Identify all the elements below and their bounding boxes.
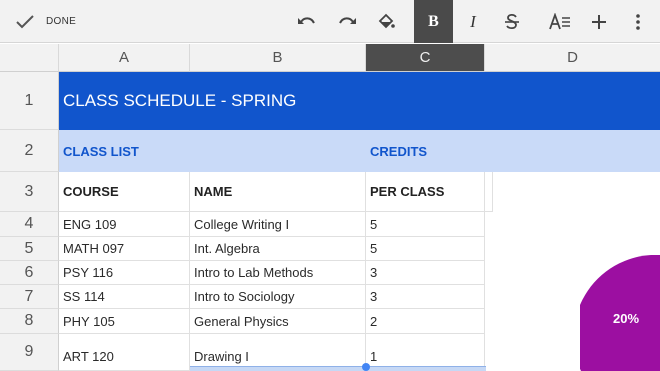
course-cell[interactable]: ENG 109: [59, 212, 190, 237]
sheet-title-cell[interactable]: CLASS SCHEDULE - SPRING: [59, 72, 660, 130]
bold-icon: B: [428, 12, 439, 30]
credits-cell[interactable]: 5: [366, 237, 485, 261]
bold-button[interactable]: B: [414, 0, 453, 43]
column-header-a[interactable]: A: [59, 44, 190, 72]
row-header-2[interactable]: 2: [0, 130, 59, 172]
header-spacer-cell[interactable]: [485, 172, 493, 212]
row-header-3[interactable]: 3: [0, 172, 59, 212]
header-name[interactable]: NAME: [190, 172, 366, 212]
redo-icon[interactable]: [333, 0, 361, 43]
done-button[interactable]: DONE: [46, 0, 86, 43]
name-cell[interactable]: Int. Algebra: [190, 237, 366, 261]
row-header-4[interactable]: 4: [0, 212, 59, 237]
credits-label[interactable]: CREDITS: [366, 130, 566, 172]
add-icon[interactable]: [585, 0, 613, 43]
header-course[interactable]: COURSE: [59, 172, 190, 212]
course-cell[interactable]: ART 120: [59, 334, 190, 371]
italic-icon: I: [470, 11, 476, 31]
header-per-class[interactable]: PER CLASS: [366, 172, 485, 212]
italic-button[interactable]: I: [459, 0, 487, 43]
done-check-icon[interactable]: [10, 0, 40, 43]
selection-range[interactable]: [190, 366, 486, 371]
text-format-icon[interactable]: [546, 0, 574, 43]
row-header-6[interactable]: 6: [0, 261, 59, 285]
editing-toolbar: DONE B I: [0, 0, 660, 43]
column-header-c[interactable]: C: [366, 44, 485, 72]
row-header-7[interactable]: 7: [0, 285, 59, 309]
row-header-8[interactable]: 8: [0, 309, 59, 334]
credits-cell[interactable]: 3: [366, 285, 485, 309]
course-cell[interactable]: MATH 097: [59, 237, 190, 261]
more-options-icon[interactable]: [624, 0, 652, 43]
pie-chart[interactable]: 20%: [580, 255, 660, 371]
credits-cell[interactable]: 3: [366, 261, 485, 285]
select-all-corner[interactable]: [0, 44, 59, 72]
selection-handle[interactable]: [362, 363, 370, 371]
name-cell[interactable]: College Writing I: [190, 212, 366, 237]
class-list-label[interactable]: CLASS LIST: [59, 130, 359, 172]
row-header-5[interactable]: 5: [0, 237, 59, 261]
strikethrough-icon[interactable]: [498, 0, 526, 43]
name-cell[interactable]: Intro to Lab Methods: [190, 261, 366, 285]
credits-cell[interactable]: 5: [366, 212, 485, 237]
course-cell[interactable]: PHY 105: [59, 309, 190, 334]
credits-cell[interactable]: 2: [366, 309, 485, 334]
name-cell[interactable]: Intro to Sociology: [190, 285, 366, 309]
row-header-1[interactable]: 1: [0, 72, 59, 130]
fill-color-icon[interactable]: [372, 0, 400, 43]
course-cell[interactable]: SS 114: [59, 285, 190, 309]
column-header-d[interactable]: D: [485, 44, 660, 72]
undo-icon[interactable]: [293, 0, 321, 43]
pie-slice-label: 20%: [613, 311, 639, 326]
column-header-b[interactable]: B: [190, 44, 366, 72]
name-cell[interactable]: General Physics: [190, 309, 366, 334]
course-cell[interactable]: PSY 116: [59, 261, 190, 285]
row-header-9[interactable]: 9: [0, 334, 59, 371]
